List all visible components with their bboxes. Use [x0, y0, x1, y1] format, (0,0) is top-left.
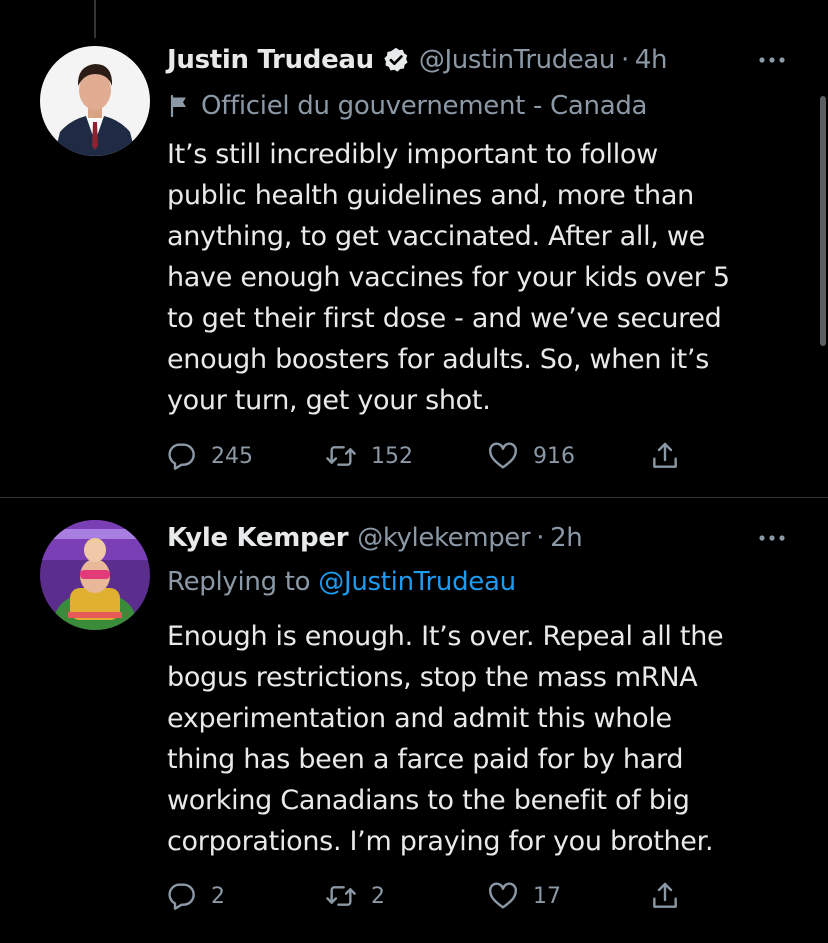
- tweet-text-line: your turn, get your shot.: [167, 385, 491, 416]
- verified-badge-icon: [382, 46, 410, 74]
- retweet-icon: [326, 886, 356, 906]
- avatar[interactable]: [40, 520, 150, 630]
- more-dots-icon: [759, 535, 785, 541]
- avatar-image: [40, 520, 150, 630]
- like-button[interactable]: 17: [487, 876, 561, 916]
- tweet-item[interactable]: Justin Trudeau @JustinTrudeau · 4h Offic…: [0, 0, 828, 497]
- share-button[interactable]: [649, 876, 681, 916]
- replying-to-link[interactable]: @JustinTrudeau: [318, 567, 516, 597]
- tweet-text-line: enough boosters for adults. So, when it’…: [167, 344, 709, 375]
- retweet-count: 152: [371, 443, 413, 469]
- reply-count: 245: [211, 443, 253, 469]
- replying-to-label: Replying to: [167, 567, 311, 597]
- tweet-text-line: public health guidelines and, more than: [167, 180, 694, 211]
- more-dots-icon: [759, 57, 785, 63]
- reply-button[interactable]: 245: [165, 436, 253, 476]
- action-bar: 2 2 17: [165, 876, 705, 916]
- separator-dot: ·: [536, 523, 545, 553]
- reply-button[interactable]: 2: [165, 876, 225, 916]
- like-count: 916: [533, 443, 575, 469]
- retweet-button[interactable]: 152: [325, 436, 413, 476]
- avatar[interactable]: [40, 46, 150, 156]
- replying-to: Replying to @JustinTrudeau: [167, 564, 516, 600]
- tweet-text-line: thing has been a farce paid for by hard: [167, 744, 684, 775]
- timestamp[interactable]: 4h: [635, 45, 668, 75]
- tweet-text-line: experimentation and admit this whole: [167, 703, 672, 734]
- flag-icon: [170, 94, 186, 118]
- tweet-text-line: Enough is enough. It’s over. Repeal all …: [167, 621, 724, 652]
- retweet-icon: [326, 446, 356, 466]
- heart-icon: [489, 442, 517, 469]
- share-icon: [653, 882, 677, 908]
- share-button[interactable]: [649, 436, 681, 476]
- tweet-text: It’s still incredibly important to follo…: [167, 134, 787, 421]
- like-button[interactable]: 916: [487, 436, 575, 476]
- author-name[interactable]: Kyle Kemper: [167, 523, 349, 553]
- tweet-text-line: corporations. I’m praying for you brothe…: [167, 826, 714, 857]
- tweet-header: Kyle Kemper @kylekemper · 2h: [167, 520, 768, 556]
- tweet-text-line: It’s still incredibly important to follo…: [167, 139, 658, 170]
- author-name[interactable]: Justin Trudeau: [167, 45, 374, 75]
- scrollbar[interactable]: [820, 96, 826, 346]
- tweet-text-line: have enough vaccines for your kids over …: [167, 262, 730, 293]
- like-count: 17: [533, 883, 561, 909]
- more-options-button[interactable]: [754, 520, 790, 556]
- reply-icon: [168, 883, 195, 910]
- government-label[interactable]: Officiel du gouvernement - Canada: [167, 88, 647, 124]
- reply-count: 2: [211, 883, 225, 909]
- tweet-item[interactable]: Kyle Kemper @kylekemper · 2h Replying to…: [0, 498, 828, 943]
- government-label-text: Officiel du gouvernement - Canada: [201, 91, 648, 121]
- heart-icon: [489, 882, 517, 909]
- share-icon: [653, 442, 677, 468]
- tweet-text-line: to get their first dose - and we’ve secu…: [167, 303, 722, 334]
- more-options-button[interactable]: [754, 42, 790, 78]
- tweet-text-line: anything, to get vaccinated. After all, …: [167, 221, 705, 252]
- tweet-text-line: bogus restrictions, stop the mass mRNA: [167, 662, 698, 693]
- author-handle[interactable]: @JustinTrudeau: [419, 45, 616, 75]
- retweet-button[interactable]: 2: [325, 876, 385, 916]
- timestamp[interactable]: 2h: [550, 523, 583, 553]
- action-bar: 245 152 916: [165, 436, 705, 476]
- tweet-text: Enough is enough. It’s over. Repeal all …: [167, 616, 787, 862]
- reply-icon: [168, 443, 195, 470]
- tweet-text-line: working Canadians to the benefit of big: [167, 785, 690, 816]
- author-handle[interactable]: @kylekemper: [357, 523, 530, 553]
- avatar-image: [40, 46, 150, 156]
- separator-dot: ·: [621, 45, 629, 75]
- retweet-count: 2: [371, 883, 385, 909]
- tweet-header: Justin Trudeau @JustinTrudeau · 4h: [167, 42, 768, 78]
